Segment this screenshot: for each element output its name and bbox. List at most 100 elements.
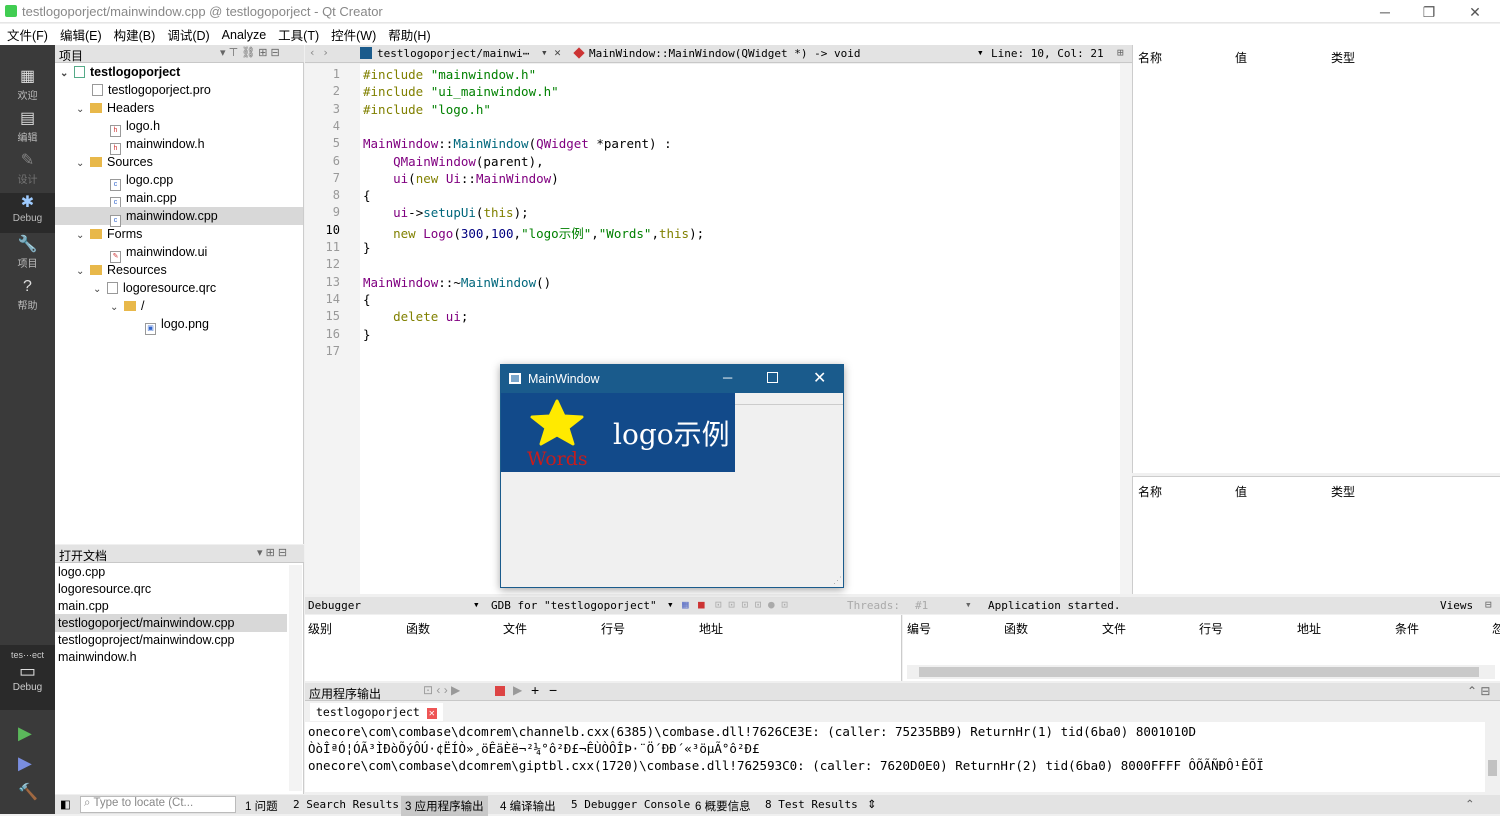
menu-analyze[interactable]: Analyze	[222, 28, 266, 42]
close-tab-icon[interactable]: ✕	[426, 708, 437, 719]
mode-projects[interactable]: 🔧 项目	[0, 235, 55, 275]
status-tab-compile[interactable]: 4 编译输出	[500, 798, 556, 814]
minimize-button[interactable]: ─	[723, 370, 732, 385]
tree-item-mainwindow-cpp[interactable]: c mainwindow.cpp	[55, 207, 303, 227]
tree-item-forms[interactable]: ⌄ Forms	[76, 225, 142, 243]
maximize-button[interactable]	[767, 372, 778, 383]
debug-run-icon[interactable]: ▶	[18, 753, 32, 774]
close-document-icon[interactable]: ▾ ✕	[541, 46, 561, 59]
maximize-button[interactable]: ❐	[1406, 2, 1452, 22]
attach-icon[interactable]: ▶	[513, 683, 522, 697]
stop-icon[interactable]: ■	[698, 598, 705, 611]
column-header[interactable]: 编号	[907, 620, 931, 637]
scrollbar[interactable]	[289, 565, 302, 791]
menu-help[interactable]: 帮助(H)	[388, 25, 430, 44]
column-header[interactable]: 忽	[1492, 620, 1500, 637]
column-header[interactable]: 函数	[1004, 620, 1028, 637]
code-line[interactable]: delete ui;	[363, 309, 468, 324]
mode-welcome[interactable]: ▦ 欢迎	[0, 67, 55, 107]
stop-icon[interactable]	[495, 686, 505, 696]
split-icon[interactable]: ▾ ⊞ ⊟	[257, 546, 287, 559]
mode-design[interactable]: ✎ 设计	[0, 151, 55, 191]
close-button[interactable]: ✕	[1452, 2, 1498, 22]
column-header[interactable]: 值	[1235, 483, 1247, 500]
code-line[interactable]: #include "ui_mainwindow.h"	[363, 84, 559, 99]
code-line[interactable]: new Logo(300,100,"logo示例","Words",this);	[363, 223, 704, 242]
mode-edit[interactable]: ▤ 编辑	[0, 109, 55, 149]
menu-build[interactable]: 构建(B)	[114, 25, 156, 44]
code-line[interactable]: MainWindow::~MainWindow()	[363, 275, 551, 290]
tree-item-logo-h[interactable]: h logo.h	[110, 117, 160, 137]
column-header[interactable]: 文件	[503, 620, 527, 637]
column-header[interactable]: 名称	[1138, 483, 1162, 500]
filter-icon[interactable]: ▾ ⊤ ⛓ ⊞ ⊟	[220, 46, 280, 59]
views-button[interactable]: Views	[1440, 599, 1473, 612]
list-item[interactable]: mainwindow.h	[58, 648, 137, 666]
tree-item-qrc[interactable]: ⌄ logoresource.qrc	[93, 279, 216, 297]
engine-selector[interactable]: GDB for "testlogoporject"	[491, 599, 657, 612]
app-output-text[interactable]: onecore\com\combase\dcomrem\channelb.cxx…	[305, 722, 1485, 792]
code-line[interactable]: {	[363, 188, 371, 203]
column-header[interactable]: 地址	[699, 620, 723, 637]
output-toolbar-icons[interactable]: ⊡ ‹ › ▶	[423, 683, 460, 697]
build-icon[interactable]: 🔨	[18, 782, 38, 802]
column-header[interactable]: 条件	[1395, 620, 1419, 637]
status-tab-summary[interactable]: 6 概要信息	[695, 798, 751, 814]
zoom-in-icon[interactable]: +	[531, 682, 539, 698]
kit-selector[interactable]: tes⋯ect ▭ Debug	[0, 645, 55, 710]
mode-help[interactable]: ? 帮助	[0, 277, 55, 317]
locator-input[interactable]: ⌕ Type to locate (Ct...	[80, 796, 236, 813]
zoom-out-icon[interactable]: −	[549, 682, 557, 698]
tree-item-project[interactable]: ⌄ testlogoporject	[60, 63, 180, 81]
code-line[interactable]: ui->setupUi(this);	[363, 205, 529, 220]
menu-debug[interactable]: 调试(D)	[167, 25, 209, 44]
list-item[interactable]: logoresource.qrc	[58, 580, 151, 598]
minimize-button[interactable]: ─	[1362, 2, 1408, 22]
column-header[interactable]: 名称	[1138, 49, 1162, 66]
more-tabs-icon[interactable]: ⇕	[867, 797, 877, 811]
tree-item-pro-file[interactable]: testlogoporject.pro	[92, 81, 211, 99]
symbol-selector[interactable]: MainWindow::MainWindow(QWidget *) -> voi…	[589, 47, 861, 60]
tree-item-mainwindow-h[interactable]: h mainwindow.h	[110, 135, 205, 155]
code-line[interactable]: ui(new Ui::MainWindow)	[363, 171, 559, 186]
tree-item-logo-png[interactable]: ▣ logo.png	[145, 315, 209, 335]
column-header[interactable]: 类型	[1331, 49, 1355, 66]
sidebar-toggle-icon[interactable]: ◧	[60, 797, 71, 811]
status-tab-debugger-console[interactable]: 5 Debugger Console	[571, 798, 690, 811]
output-scrollbar[interactable]	[1485, 722, 1500, 792]
column-header[interactable]: 行号	[1199, 620, 1223, 637]
toggle-output-icon[interactable]: ⌃	[1465, 797, 1475, 811]
menu-edit[interactable]: 编辑(E)	[60, 25, 102, 44]
tree-item-headers[interactable]: ⌄ Headers	[76, 99, 154, 117]
tree-item-mainwindow-ui[interactable]: ✎ mainwindow.ui	[110, 243, 207, 263]
continue-icon[interactable]: ▦	[682, 598, 689, 611]
code-line[interactable]: }	[363, 327, 371, 342]
list-item[interactable]: logo.cpp	[58, 563, 105, 581]
thread-selector[interactable]: #1	[915, 599, 928, 612]
list-item[interactable]: testlogoporject/mainwindow.cpp	[55, 614, 287, 632]
close-icon[interactable]: ⊟	[1485, 598, 1492, 611]
list-item[interactable]: main.cpp	[58, 597, 109, 615]
nav-back-icon[interactable]: ‹ ›	[309, 46, 329, 59]
horizontal-scrollbar[interactable]	[907, 665, 1495, 679]
code-line[interactable]: }	[363, 240, 371, 255]
split-icon[interactable]: ⊞	[1117, 46, 1124, 59]
code-line[interactable]: #include "logo.h"	[363, 102, 491, 117]
chevron-down-icon[interactable]: ▾	[473, 598, 480, 611]
menu-file[interactable]: 文件(F)	[7, 25, 48, 44]
document-selector[interactable]: testlogoporject/mainwi⋯	[377, 47, 529, 60]
output-tab[interactable]: testlogoporject ✕	[310, 703, 443, 721]
status-tab-search[interactable]: 2 Search Results	[293, 798, 399, 811]
column-header[interactable]: 类型	[1331, 483, 1355, 500]
code-line[interactable]: QMainWindow(parent),	[363, 154, 544, 169]
column-header[interactable]: 函数	[406, 620, 430, 637]
column-header[interactable]: 文件	[1102, 620, 1126, 637]
menu-widgets[interactable]: 控件(W)	[331, 25, 376, 44]
code-line[interactable]: #include "mainwindow.h"	[363, 67, 536, 82]
tree-item-logo-cpp[interactable]: c logo.cpp	[110, 171, 173, 191]
tree-item-sources[interactable]: ⌄ Sources	[76, 153, 153, 171]
run-icon[interactable]: ▶	[18, 723, 32, 744]
editor-scrollbar[interactable]	[1120, 64, 1132, 594]
tree-item-prefix[interactable]: ⌄ /	[110, 297, 144, 315]
tree-item-resources[interactable]: ⌄ Resources	[76, 261, 167, 279]
